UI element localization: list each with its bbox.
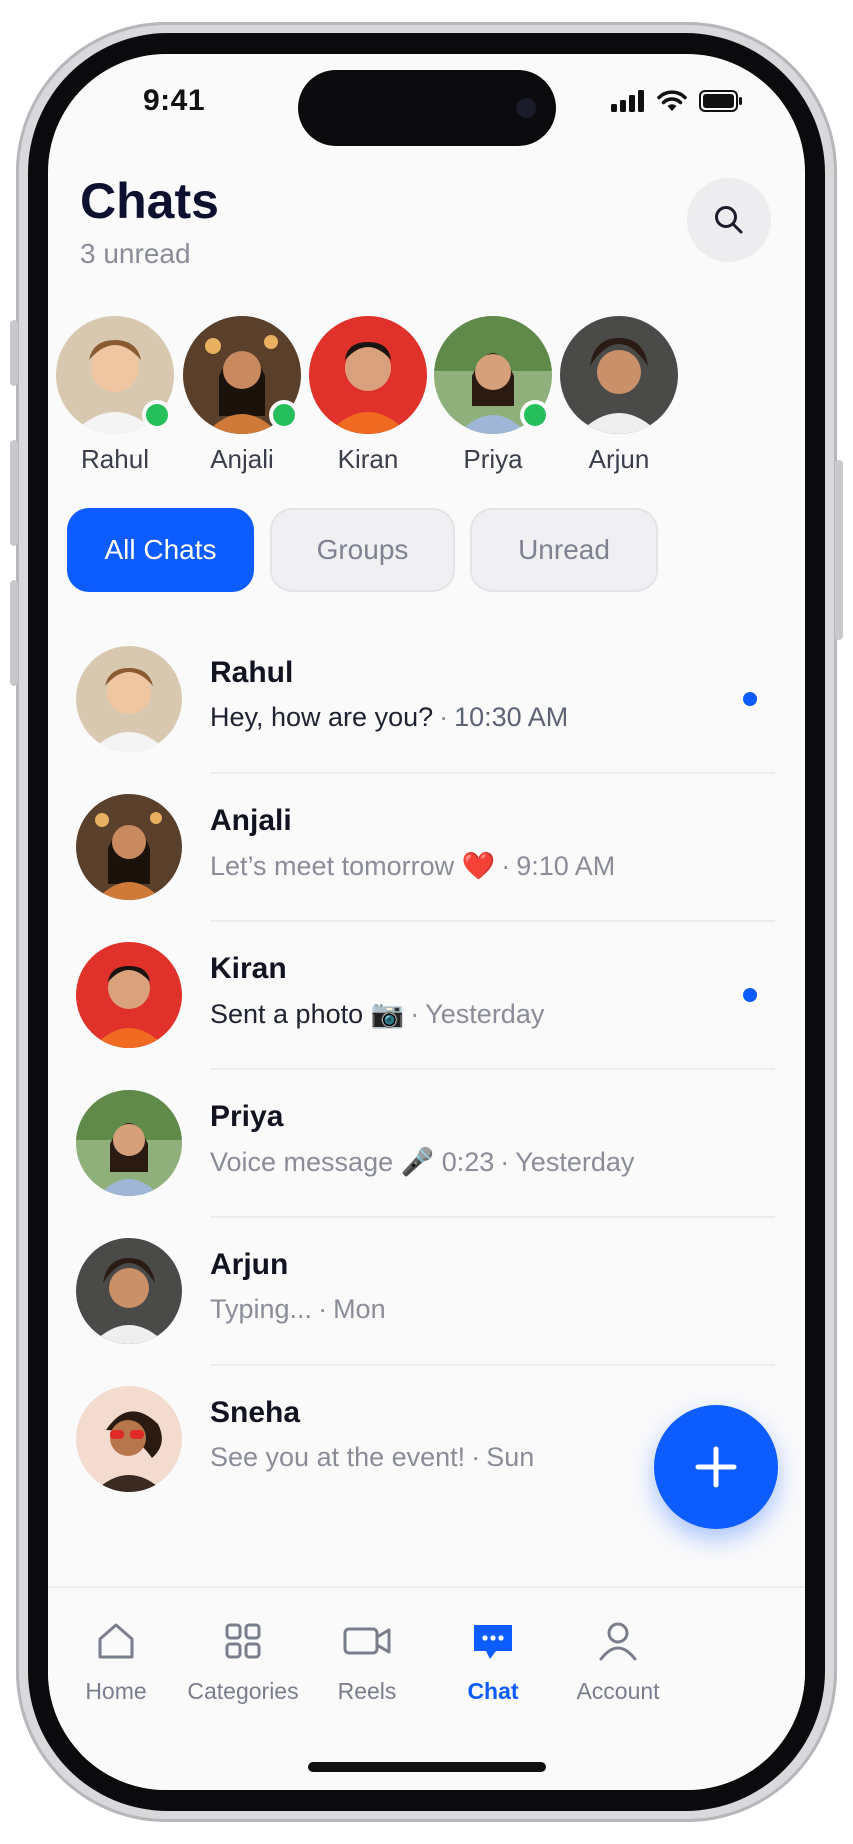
- grid-icon: [225, 1623, 261, 1659]
- separator: ·: [471, 1442, 481, 1472]
- wifi-icon: [657, 90, 687, 111]
- chat-message: Typing...: [210, 1294, 313, 1324]
- chat-row-priya[interactable]: Priya Voice message 🎤 0:23 · Yesterday: [48, 1070, 805, 1218]
- separator: ·: [318, 1294, 328, 1324]
- phone-side-button: [10, 320, 18, 386]
- chat-bubble-icon: [474, 1625, 512, 1659]
- avatar: [309, 316, 427, 434]
- avatar: [560, 316, 678, 434]
- avatar: [183, 316, 301, 434]
- bottom-tab-bar: Home Categories Reels Chat Account: [48, 1586, 805, 1790]
- filter-all-chats[interactable]: All Chats: [67, 508, 254, 592]
- unread-indicator: [743, 988, 757, 1002]
- app-screen: 9:41 Chats 3 unread Rahul Anjali Kiran P…: [48, 54, 805, 1790]
- story-name: Arjun: [588, 444, 650, 474]
- chat-row-anjali[interactable]: Anjali Let’s meet tomorrow ❤️ · 9:10 AM: [48, 774, 805, 922]
- chat-name: Anjali: [210, 804, 292, 837]
- chat-message: Let’s meet tomorrow ❤️: [210, 851, 496, 881]
- chat-time: Yesterday: [425, 999, 545, 1029]
- online-indicator: [520, 400, 550, 430]
- phone-side-button: [835, 460, 843, 640]
- chat-message: Sent a photo 📷: [210, 999, 405, 1029]
- search-icon: [715, 206, 743, 234]
- unread-indicator: [743, 692, 757, 706]
- separator: ·: [439, 702, 449, 732]
- chat-preview: Typing... · Mon: [210, 1294, 386, 1325]
- filter-unread[interactable]: Unread: [470, 508, 658, 592]
- dynamic-island: [298, 70, 556, 146]
- unread-count: 3 unread: [80, 238, 191, 269]
- new-chat-button[interactable]: [654, 1405, 778, 1529]
- chat-row-arjun[interactable]: Arjun Typing... · Mon: [48, 1218, 805, 1366]
- chat-row-rahul[interactable]: Rahul Hey, how are you? · 10:30 AM: [48, 626, 805, 774]
- chat-message: Hey, how are you?: [210, 702, 434, 732]
- phone-side-button: [10, 440, 18, 546]
- story-name: Anjali: [210, 444, 274, 474]
- chat-message: See you at the event!: [210, 1442, 466, 1472]
- chat-preview: Voice message 🎤 0:23 · Yesterday: [210, 1146, 634, 1178]
- online-indicator: [142, 400, 172, 430]
- avatar: [56, 316, 174, 434]
- separator: ·: [501, 851, 511, 881]
- signal-icon: [611, 90, 644, 112]
- camera-icon: [516, 98, 536, 118]
- filter-groups[interactable]: Groups: [270, 508, 455, 592]
- chat-name: Sneha: [210, 1396, 301, 1429]
- story-priya[interactable]: Priya: [433, 316, 553, 475]
- chat-preview: Let’s meet tomorrow ❤️ · 9:10 AM: [210, 850, 615, 882]
- status-time: 9:41: [143, 84, 206, 117]
- chat-name: Rahul: [210, 656, 294, 689]
- avatar: [434, 316, 552, 434]
- home-icon: [98, 1623, 134, 1659]
- chat-time: 9:10 AM: [516, 851, 616, 881]
- chat-time: 10:30 AM: [454, 702, 569, 732]
- story-name: Kiran: [337, 444, 399, 474]
- story-rahul[interactable]: Rahul: [55, 316, 175, 475]
- page-title: Chats: [80, 173, 219, 229]
- chat-preview: Hey, how are you? · 10:30 AM: [210, 702, 568, 733]
- phone-side-button: [10, 580, 18, 686]
- chat-name: Kiran: [210, 952, 287, 985]
- chat-preview: See you at the event! · Sun: [210, 1442, 534, 1473]
- chat-name: Priya: [210, 1100, 284, 1133]
- tab-label: Account: [576, 1678, 660, 1704]
- story-arjun[interactable]: Arjun: [559, 316, 679, 475]
- user-icon: [599, 1622, 637, 1661]
- chat-row-kiran[interactable]: Kiran Sent a photo 📷 · Yesterday: [48, 922, 805, 1070]
- story-anjali[interactable]: Anjali: [182, 316, 302, 475]
- battery-icon: [699, 90, 742, 112]
- tab-account[interactable]: Account: [543, 1616, 693, 1705]
- video-icon: [343, 1627, 391, 1655]
- chat-time: Mon: [333, 1294, 386, 1324]
- online-indicator: [269, 400, 299, 430]
- home-indicator: [308, 1762, 546, 1772]
- chat-message: Voice message 🎤 0:23: [210, 1147, 495, 1177]
- plus-icon: [695, 1446, 737, 1488]
- story-name: Rahul: [81, 444, 149, 474]
- search-button[interactable]: [687, 178, 771, 262]
- status-icons: [611, 90, 743, 112]
- separator: ·: [500, 1147, 510, 1177]
- chat-time: Yesterday: [515, 1147, 635, 1177]
- story-name: Priya: [463, 444, 523, 474]
- separator: ·: [410, 999, 420, 1029]
- chat-preview: Sent a photo 📷 · Yesterday: [210, 998, 544, 1030]
- chat-name: Arjun: [210, 1248, 289, 1281]
- chat-time: Sun: [486, 1442, 535, 1472]
- story-kiran[interactable]: Kiran: [308, 316, 428, 475]
